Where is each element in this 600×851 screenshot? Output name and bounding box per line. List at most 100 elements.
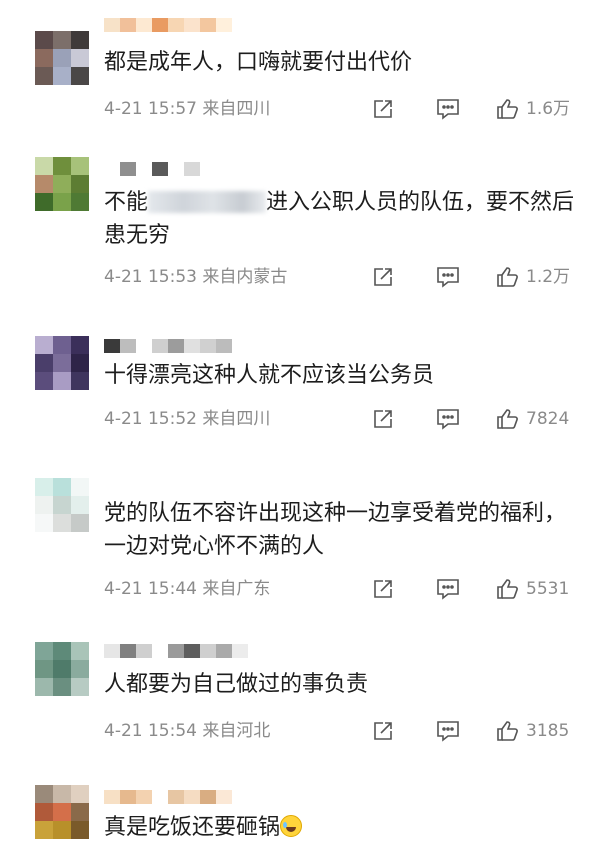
comment-timestamp-location: 4-21 15:54 来自河北 bbox=[104, 721, 271, 741]
like-button[interactable]: 1.2万 bbox=[496, 265, 570, 289]
repost-button[interactable] bbox=[372, 577, 394, 601]
avatar[interactable] bbox=[35, 642, 89, 696]
avatar-mosaic-cell bbox=[53, 821, 71, 839]
username-mosaic-cell bbox=[200, 339, 216, 353]
username-mosaic-cell bbox=[232, 644, 248, 658]
repost-icon bbox=[374, 100, 392, 118]
avatar[interactable] bbox=[35, 31, 89, 85]
username-mosaic-cell bbox=[136, 162, 152, 176]
username-mosaic-cell bbox=[216, 18, 232, 32]
avatar-mosaic-cell bbox=[35, 478, 53, 496]
avatar-mosaic-cell bbox=[53, 336, 71, 354]
username-mosaic-cell bbox=[120, 644, 136, 658]
username-mosaic-cell bbox=[104, 18, 120, 32]
avatar-mosaic-cell bbox=[53, 354, 71, 372]
username-mosaic-cell bbox=[200, 644, 216, 658]
comment-button[interactable] bbox=[436, 719, 460, 743]
comment-button[interactable] bbox=[436, 577, 460, 601]
username-mosaic-cell bbox=[104, 339, 120, 353]
comment-button[interactable] bbox=[436, 97, 460, 121]
avatar[interactable] bbox=[35, 336, 89, 390]
like-count: 3185 bbox=[526, 721, 570, 741]
avatar-mosaic-cell bbox=[35, 642, 53, 660]
avatar-mosaic-cell bbox=[71, 336, 89, 354]
username-blurred[interactable] bbox=[104, 338, 232, 354]
comment-button[interactable] bbox=[436, 265, 460, 289]
username-blurred[interactable] bbox=[104, 643, 248, 659]
username-blurred[interactable] bbox=[104, 161, 200, 177]
avatar[interactable] bbox=[35, 478, 89, 532]
avatar-mosaic-cell bbox=[71, 678, 89, 696]
username-mosaic-cell bbox=[184, 790, 200, 804]
avatar-mosaic-cell bbox=[53, 660, 71, 678]
username-mosaic-cell bbox=[152, 162, 168, 176]
comment-text-start: 不能 bbox=[104, 190, 149, 215]
comment-icon bbox=[437, 267, 459, 288]
avatar-mosaic-cell bbox=[35, 49, 53, 67]
username-mosaic-cell bbox=[136, 339, 152, 353]
avatar[interactable] bbox=[35, 785, 89, 839]
avatar-mosaic-cell bbox=[71, 478, 89, 496]
username-mosaic-cell bbox=[152, 18, 168, 32]
username-mosaic-cell bbox=[152, 339, 168, 353]
avatar-mosaic-cell bbox=[71, 49, 89, 67]
comment-icon bbox=[437, 721, 459, 742]
avatar-mosaic-cell bbox=[53, 785, 71, 803]
username-mosaic-cell bbox=[120, 162, 136, 176]
repost-button[interactable] bbox=[372, 407, 394, 431]
username-mosaic-cell bbox=[200, 790, 216, 804]
username-mosaic-cell bbox=[168, 162, 184, 176]
comment-text: 都是成年人，口嗨就要付出代价 bbox=[104, 50, 413, 75]
comment-text: 真是吃饭还要砸锅 bbox=[104, 811, 584, 844]
avatar-mosaic-cell bbox=[71, 67, 89, 85]
repost-button[interactable] bbox=[372, 265, 394, 289]
avatar-mosaic-cell bbox=[53, 678, 71, 696]
username-mosaic-cell bbox=[152, 790, 168, 804]
avatar-mosaic-cell bbox=[35, 31, 53, 49]
username-mosaic-cell bbox=[168, 18, 184, 32]
avatar-mosaic-cell bbox=[53, 157, 71, 175]
like-button[interactable]: 3185 bbox=[496, 719, 569, 743]
avatar-mosaic-cell bbox=[53, 496, 71, 514]
avatar[interactable] bbox=[35, 157, 89, 211]
comment-text: 党的队伍不容许出现这种一边享受着党的福利，一边对党心怀不满的人 bbox=[104, 501, 567, 559]
avatar-mosaic-cell bbox=[35, 157, 53, 175]
comment-button[interactable] bbox=[436, 407, 460, 431]
comment-timestamp-location: 4-21 15:44 来自广东 bbox=[104, 579, 271, 599]
username-blurred[interactable] bbox=[104, 17, 232, 33]
avatar-mosaic-cell bbox=[71, 785, 89, 803]
username-mosaic-cell bbox=[168, 644, 184, 658]
avatar-mosaic-cell bbox=[71, 660, 89, 678]
repost-button[interactable] bbox=[372, 97, 394, 121]
avatar-mosaic-cell bbox=[71, 157, 89, 175]
avatar-mosaic-cell bbox=[71, 354, 89, 372]
username-mosaic-cell bbox=[184, 339, 200, 353]
avatar-mosaic-cell bbox=[35, 372, 53, 390]
thumbs-up-icon bbox=[497, 409, 518, 429]
like-button[interactable]: 5531 bbox=[496, 577, 569, 601]
avatar-mosaic-cell bbox=[71, 514, 89, 532]
username-mosaic-cell bbox=[104, 790, 120, 804]
avatar-mosaic-cell bbox=[71, 31, 89, 49]
laugh-cry-emoji-icon bbox=[280, 815, 303, 837]
avatar-mosaic-cell bbox=[53, 49, 71, 67]
thumbs-up-icon bbox=[497, 99, 518, 119]
username-mosaic-cell bbox=[184, 644, 200, 658]
repost-icon bbox=[374, 580, 392, 598]
thumbs-up-icon bbox=[497, 721, 518, 741]
like-button[interactable]: 1.6万 bbox=[496, 97, 570, 121]
avatar-mosaic-cell bbox=[71, 496, 89, 514]
username-blurred[interactable] bbox=[104, 789, 232, 805]
avatar-mosaic-cell bbox=[71, 372, 89, 390]
username-mosaic-cell bbox=[152, 644, 168, 658]
avatar-mosaic-cell bbox=[35, 821, 53, 839]
repost-button[interactable] bbox=[372, 719, 394, 743]
comment-text: 十得漂亮这种人就不应该当公务员 bbox=[104, 363, 435, 388]
avatar-mosaic-cell bbox=[71, 821, 89, 839]
like-button[interactable]: 7824 bbox=[496, 407, 569, 431]
avatar-mosaic-cell bbox=[35, 785, 53, 803]
username-mosaic-cell bbox=[104, 162, 120, 176]
comment-text: 不能 进入公职人员的队伍，要不然后患无穷 bbox=[104, 186, 584, 252]
comment-text: 人都要为自己做过的事负责 bbox=[104, 672, 369, 697]
avatar-mosaic-cell bbox=[35, 354, 53, 372]
